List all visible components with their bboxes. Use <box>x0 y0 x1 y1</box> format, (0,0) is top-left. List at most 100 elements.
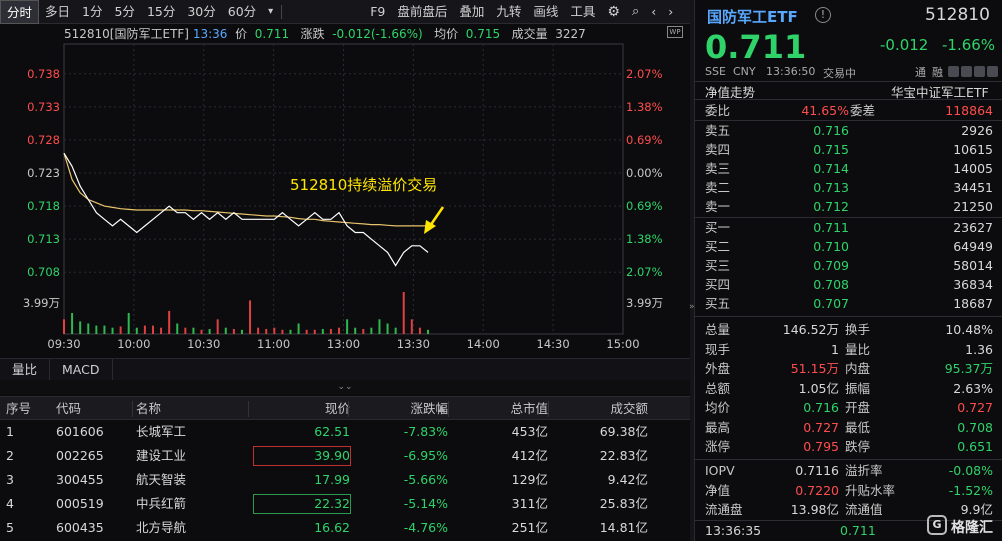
ob-price: 0.713 <box>813 180 849 195</box>
weibi-label: 委比 <box>705 103 731 118</box>
edit-icon[interactable] <box>974 66 985 77</box>
toolbar-item-2[interactable]: 叠加 <box>453 0 490 24</box>
ob-volume: 23627 <box>953 220 993 235</box>
period-tab-6[interactable]: 60分 <box>222 0 262 24</box>
ob-label: 卖四 <box>705 142 731 157</box>
ob-price: 0.711 <box>813 220 849 235</box>
annotation-arrow-icon <box>428 206 445 227</box>
next-arrow-icon[interactable]: › <box>662 0 679 24</box>
period-dropdown-icon[interactable]: ▾ <box>262 0 279 24</box>
chevron-down-icon: ⌄⌄ <box>337 382 353 392</box>
intraday-chart[interactable]: 0.738 2.07% 0.733 1.38% 0.728 0.69% 0.723 0.00%… <box>0 24 690 354</box>
bookmark-icon[interactable] <box>987 66 998 77</box>
table-row[interactable]: 2 002265 建设工业 39.90 -6.95% 412亿 22.83亿 <box>0 444 690 468</box>
stat-label: 振幅 <box>845 380 871 396</box>
gear-icon[interactable]: ⚙ <box>601 0 626 24</box>
table-row[interactable]: 3 300455 航天智装 17.99 -5.66% 129亿 9.42亿 <box>0 468 690 492</box>
row-code: 601606 <box>56 424 104 439</box>
stat-value: -1.52% <box>948 482 993 498</box>
volume-bar <box>160 327 163 334</box>
share-icon[interactable] <box>961 66 972 77</box>
volume-bar <box>378 319 381 334</box>
toolbar-item-0[interactable]: F9 <box>364 0 391 24</box>
volume-bar <box>427 329 429 334</box>
sort-arrow-icon[interactable]: ▲ <box>438 397 445 421</box>
volume-bar <box>418 327 421 334</box>
stat-label: 现手 <box>705 341 731 357</box>
row-price: 16.62 <box>314 520 350 535</box>
x-tick: 14:00 <box>467 337 500 351</box>
toolbar-item-1[interactable]: 盘前盘后 <box>391 0 453 24</box>
ask-row: 卖五 0.716 2926 <box>695 121 1002 140</box>
x-tick: 13:30 <box>397 337 430 351</box>
volume-bar <box>370 327 373 334</box>
table-row[interactable]: 5 600435 北方导航 16.62 -4.76% 251亿 14.81亿 <box>0 516 690 540</box>
quote-panel: 国防军工ETF! 512810 0.711 -0.012 -1.66% SSE CNY 13:… <box>694 0 1002 541</box>
ob-label: 买二 <box>705 239 731 254</box>
period-tab-5[interactable]: 30分 <box>181 0 221 24</box>
ob-label: 买四 <box>705 277 731 292</box>
toolbar-divider <box>281 4 283 19</box>
volume-bar <box>119 326 122 334</box>
period-tab-4[interactable]: 15分 <box>141 0 181 24</box>
stat-row: 涨停 0.795 跌停 0.651 <box>695 437 1002 456</box>
ob-volume: 21250 <box>953 199 993 214</box>
stat-value: 146.52万 <box>782 322 839 337</box>
stat-label: 量比 <box>845 341 871 357</box>
quote-name[interactable]: 国防军工ETF <box>707 6 798 27</box>
ob-volume: 2926 <box>961 123 993 138</box>
table-header-5[interactable]: 总市值 <box>452 397 548 421</box>
period-tab-1[interactable]: 多日 <box>39 0 76 24</box>
x-tick: 13:00 <box>327 337 360 351</box>
volume-bar <box>200 329 203 334</box>
stat-label: 外盘 <box>705 361 731 376</box>
toolbar-item-3[interactable]: 九转 <box>490 0 527 24</box>
ob-label: 卖二 <box>705 180 731 195</box>
table-header-1[interactable]: 代码 <box>56 397 126 421</box>
info-icon[interactable]: ! <box>815 7 831 23</box>
stat-row: 总量 146.52万 换手 10.48% <box>695 320 1002 339</box>
volume-bar <box>71 313 74 334</box>
period-tab-0[interactable]: 分时 <box>0 0 40 24</box>
divider <box>695 459 1002 460</box>
indicator-tab-1[interactable]: MACD <box>50 358 113 381</box>
volume-bar <box>111 327 114 334</box>
search-icon[interactable]: ⌕ <box>626 0 645 24</box>
row-name: 北方导航 <box>136 520 187 535</box>
toolbar-item-5[interactable]: 工具 <box>564 0 601 24</box>
table-header-2[interactable]: 名称 <box>136 397 246 421</box>
table-row[interactable]: 1 601606 长城军工 62.51 -7.83% 453亿 69.38亿 <box>0 420 690 444</box>
row-amount: 22.83亿 <box>599 448 648 463</box>
stat-value: 0.727 <box>957 400 993 415</box>
indicator-tab-0[interactable]: 量比 <box>0 358 51 381</box>
prev-arrow-icon[interactable]: ‹ <box>645 0 662 24</box>
table-row[interactable]: 4 000519 中兵红箭 22.32 -5.14% 311亿 25.83亿 <box>0 492 690 516</box>
stat-label: 换手 <box>845 322 871 337</box>
volume-bar <box>151 325 154 334</box>
volume-bar <box>289 329 292 334</box>
volume-bar <box>135 327 138 334</box>
period-tab-3[interactable]: 5分 <box>108 0 140 24</box>
quote-time: 13:36:50 <box>766 65 816 78</box>
period-tab-2[interactable]: 1分 <box>76 0 108 24</box>
price-line <box>63 152 429 267</box>
bid-row: 买五 0.707 18687 <box>695 294 1002 313</box>
toolbar-item-4[interactable]: 画线 <box>527 0 564 24</box>
pencil-icon[interactable] <box>948 66 959 77</box>
row-name: 建设工业 <box>136 448 187 463</box>
volume-bar <box>273 327 276 334</box>
collapse-handle[interactable]: ⌄⌄ <box>0 380 690 394</box>
stat-value: 0.708 <box>957 419 993 435</box>
table-header-4[interactable]: 涨跌幅 <box>352 397 448 421</box>
row-index: 4 <box>6 496 14 511</box>
volume-bar <box>224 327 227 334</box>
quote-price: 0.711 <box>705 28 807 66</box>
stat-label: 流通值 <box>845 502 883 517</box>
table-header-3[interactable]: 现价 <box>252 397 350 421</box>
stat-label: 总量 <box>705 322 731 337</box>
ob-label: 买五 <box>705 296 731 311</box>
y-tick-left: 0.723 <box>27 166 60 180</box>
table-header-6[interactable]: 成交额 <box>552 397 648 421</box>
table-header-0[interactable]: 序号 <box>6 397 46 421</box>
volume-bar <box>265 328 268 334</box>
